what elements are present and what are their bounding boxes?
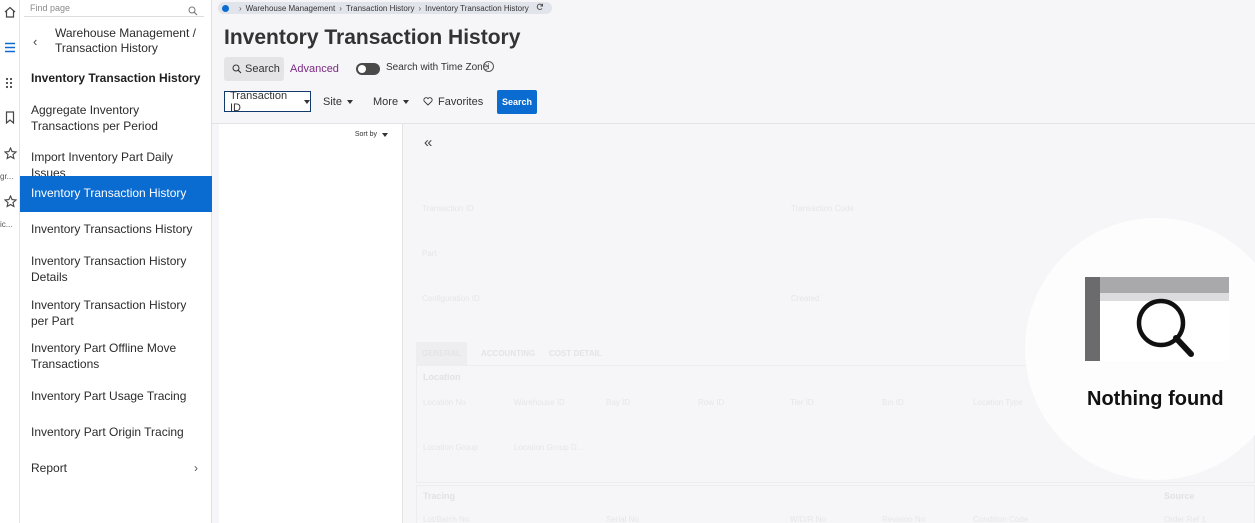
home-icon[interactable] (0, 6, 20, 18)
transaction-id-filter[interactable]: Transaction ID (224, 90, 311, 114)
sidebar-item-aggregate[interactable]: Aggregate Inventory Transactions per Per… (20, 102, 212, 134)
caret-down-icon (403, 99, 410, 104)
tracing-title: Tracing (423, 491, 456, 501)
field-transaction-code: Transaction Code (791, 204, 854, 213)
field-configuration-id: Configuration ID (422, 294, 480, 303)
search-tab[interactable]: Search (224, 57, 284, 81)
menu-icon[interactable] (0, 42, 20, 53)
caret-down-icon (346, 99, 353, 104)
sidebar-item-origin-tracing[interactable]: Inventory Part Origin Tracing (20, 424, 212, 440)
breadcrumb: › Warehouse Management › Transaction His… (218, 2, 552, 14)
field-lot-batch-no: Lot/Batch No (423, 515, 470, 523)
refresh-icon[interactable] (536, 3, 544, 13)
field-location-no: Location No (423, 398, 466, 407)
find-page-box (24, 0, 204, 17)
collapse-left-icon[interactable]: « (424, 134, 432, 151)
field-location-type: Location Type (973, 398, 1023, 407)
star-icon[interactable] (0, 195, 20, 208)
sidebar-item-transactions-history[interactable]: Inventory Transactions History (20, 221, 212, 237)
tracing-section (416, 485, 1255, 523)
sidebar-item-label: Inventory Transaction History per Part (31, 298, 187, 328)
sidebar-item-label: Report (31, 461, 68, 475)
sidebar-item-usage-tracing[interactable]: Inventory Part Usage Tracing (20, 388, 212, 404)
sidebar-item-label: Inventory Part Usage Tracing (31, 389, 187, 403)
empty-state-text: Nothing found (1087, 388, 1224, 410)
sidebar-item-label: Aggregate Inventory Transactions per Per… (31, 103, 158, 133)
field-bay-id: Bay ID (606, 398, 631, 407)
sidebar-item-label: Inventory Part Origin Tracing (31, 425, 184, 439)
field-tier-id: Tier ID (790, 398, 814, 407)
sidebar-item-inventory-transaction-history[interactable]: Inventory Transaction History (20, 176, 212, 212)
tab-cost-detail[interactable]: COST DETAIL (543, 342, 608, 365)
rail-label: ic... (0, 220, 13, 229)
search-tab-label: Search (245, 63, 280, 75)
field-order-ref-1: Order Ref 1 (1164, 515, 1206, 523)
field-bin-id: Bin ID (882, 398, 904, 407)
tab-accounting[interactable]: ACCOUNTING (475, 342, 541, 365)
icon-rail: gr... ic... (0, 0, 20, 523)
sidebar-item-label: Inventory Part Offline Move Transactions (31, 341, 177, 371)
sidebar-item-offline-move[interactable]: Inventory Part Offline Move Transactions (20, 340, 212, 372)
timezone-label: Search with Time Zone (386, 62, 489, 73)
search-icon (232, 64, 242, 74)
advanced-tab[interactable]: Advanced (290, 63, 339, 75)
star-icon[interactable] (0, 147, 20, 160)
caret-down-icon (304, 99, 310, 104)
source-title: Source (1164, 491, 1195, 501)
search-button[interactable]: Search (497, 90, 537, 114)
find-page-input[interactable] (30, 3, 180, 13)
sidebar-item-history-per-part[interactable]: Inventory Transaction History per Part (20, 297, 212, 329)
page-title: Inventory Transaction History (224, 26, 521, 49)
field-condition-code: Condition Code (973, 515, 1029, 523)
search-icon[interactable] (188, 3, 198, 21)
field-location-group-desc: Location Group D... (514, 443, 584, 452)
location-title: Location (423, 372, 461, 382)
breadcrumb-item: Inventory Transaction History (425, 3, 529, 13)
field-warehouse-id: Warehouse ID (514, 398, 565, 407)
breadcrumb-item[interactable]: Warehouse Management (246, 4, 336, 13)
rail-label: gr... (0, 172, 14, 181)
results-list: Sort by (219, 124, 403, 523)
field-row-id: Row ID (698, 398, 725, 407)
field-part: Part (422, 249, 437, 258)
sidebar-title: Inventory Transaction History (31, 71, 201, 85)
no-results-search-icon (1085, 277, 1229, 361)
chevron-left-icon[interactable]: ‹ (33, 34, 37, 49)
apps-grid-icon[interactable] (0, 77, 20, 89)
field-wdr-no: W/D/R No (790, 515, 826, 523)
timezone-toggle[interactable] (356, 63, 380, 75)
info-icon[interactable]: i (483, 61, 494, 72)
bookmark-icon[interactable] (0, 111, 20, 124)
favorites-button[interactable]: Favorites (423, 91, 483, 112)
field-serial-no: Serial No (606, 515, 639, 523)
navigation-sidebar: ‹ Warehouse Management / Transaction His… (20, 0, 212, 523)
field-created: Created (791, 294, 820, 303)
breadcrumb-item[interactable]: Transaction History (346, 4, 415, 13)
sidebar-item-label: Inventory Transactions History (31, 222, 193, 236)
field-revision-no: Revision No (882, 515, 926, 523)
sidebar-item-label: Inventory Transaction History (31, 186, 187, 200)
sidebar-back-header[interactable]: ‹ Warehouse Management / Transaction His… (20, 26, 212, 60)
field-transaction-id: Transaction ID (422, 204, 474, 213)
site-filter[interactable]: Site (323, 91, 353, 112)
sidebar-item-label: Inventory Transaction History Details (31, 254, 187, 284)
sidebar-item-history-details[interactable]: Inventory Transaction History Details (20, 253, 212, 285)
sidebar-item-report[interactable]: Report › (20, 460, 212, 476)
breadcrumb-dot-icon (222, 4, 229, 12)
more-filter[interactable]: More (373, 91, 410, 112)
chevron-right-icon: › (194, 461, 198, 475)
sidebar-header-text: Warehouse Management / Transaction Histo… (55, 26, 196, 55)
search-header: › Warehouse Management › Transaction His… (212, 0, 1255, 124)
sort-by-button[interactable]: Sort by (355, 131, 388, 138)
heart-icon (423, 97, 433, 106)
caret-down-icon (382, 132, 388, 137)
field-location-group: Location Group (423, 443, 478, 452)
tab-general[interactable]: GENERAL (416, 342, 468, 365)
